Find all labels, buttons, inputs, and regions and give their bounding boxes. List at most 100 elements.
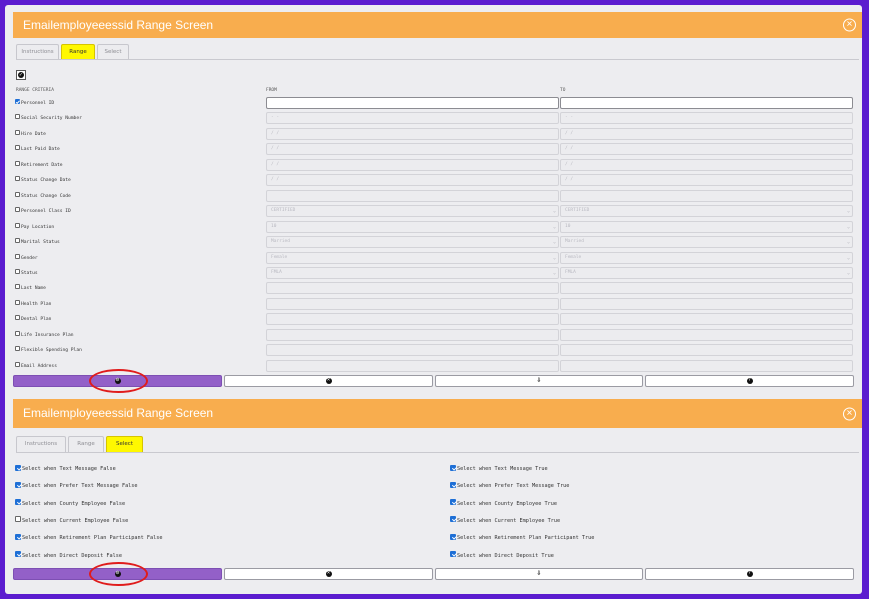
from-select[interactable]: 10 ⌄	[266, 220, 559, 233]
to-select[interactable]: CERTIFIED ⌄	[560, 205, 853, 218]
from-input[interactable]: - -	[266, 112, 559, 125]
option-checkbox[interactable]	[450, 464, 456, 471]
row-checkbox[interactable]	[15, 361, 20, 367]
tab-instructions[interactable]: Instructions	[16, 436, 66, 452]
from-select[interactable]: Married ⌄	[266, 236, 559, 249]
row-checkbox[interactable]	[15, 330, 20, 336]
row-checkbox[interactable]	[15, 176, 20, 182]
option-checkbox[interactable]	[15, 533, 21, 540]
from-input[interactable]: / /	[266, 158, 559, 171]
export-button[interactable]: ⇩	[435, 568, 643, 580]
to-input[interactable]	[560, 297, 853, 310]
to-input[interactable]	[560, 328, 853, 341]
select-option[interactable]: Select when Retirement Plan Participant …	[450, 530, 594, 547]
to-input[interactable]: / /	[560, 127, 853, 140]
from-input[interactable]	[266, 97, 559, 109]
select-option[interactable]: Select when Current Employee True	[450, 513, 560, 530]
to-select[interactable]: 10 ⌄	[560, 220, 853, 233]
from-input[interactable]	[266, 359, 559, 372]
row-checkbox[interactable]	[15, 191, 20, 197]
help-button[interactable]: ?	[645, 568, 854, 580]
option-checkbox[interactable]	[15, 464, 21, 471]
row-checkbox[interactable]	[15, 253, 20, 259]
option-checkbox[interactable]	[450, 551, 456, 557]
row-checkbox[interactable]	[15, 284, 20, 290]
select-option[interactable]: Select when County Employee False	[15, 496, 125, 513]
range-row: Last Name	[13, 281, 862, 296]
from-select[interactable]: CERTIFIED ⌄	[266, 205, 559, 218]
range-row-label: Email Address	[15, 359, 57, 374]
close-icon[interactable]: ✕	[843, 18, 856, 32]
tab-range[interactable]: Range	[61, 44, 95, 59]
row-checkbox[interactable]	[15, 299, 20, 305]
to-input[interactable]	[560, 189, 853, 202]
select-option[interactable]: Select when County Employee True	[450, 496, 557, 513]
from-input[interactable]: / /	[266, 127, 559, 140]
row-checkbox[interactable]	[15, 207, 20, 213]
tab-range[interactable]: Range	[68, 436, 104, 452]
to-input[interactable]: / /	[560, 143, 853, 156]
option-checkbox[interactable]	[450, 533, 456, 540]
from-input[interactable]	[266, 344, 559, 357]
to-input[interactable]	[560, 359, 853, 372]
help-icon: ?	[746, 571, 753, 577]
to-select[interactable]: Married ⌄	[560, 236, 853, 249]
to-input[interactable]: / /	[560, 174, 853, 187]
row-label-text: Status Change Date	[21, 178, 71, 184]
from-select[interactable]: Female ⌄	[266, 251, 559, 264]
from-input[interactable]	[266, 313, 559, 326]
to-input[interactable]	[560, 344, 853, 357]
to-input[interactable]: / /	[560, 158, 853, 171]
select-option[interactable]: Select when Prefer Text Message True	[450, 478, 569, 495]
row-label-text: Social Security Number	[21, 116, 82, 122]
row-checkbox[interactable]	[15, 222, 20, 228]
option-checkbox[interactable]	[15, 551, 21, 557]
from-input[interactable]	[266, 189, 559, 202]
from-input[interactable]	[266, 282, 559, 295]
option-checkbox[interactable]	[15, 516, 21, 523]
to-input[interactable]	[560, 313, 853, 326]
from-input[interactable]: / /	[266, 143, 559, 156]
row-checkbox[interactable]	[15, 346, 20, 352]
option-checkbox[interactable]	[15, 481, 21, 488]
to-select[interactable]: Female ⌄	[560, 251, 853, 264]
from-input[interactable]	[266, 328, 559, 341]
select-option[interactable]: Select when Current Employee False	[15, 513, 128, 530]
select-option[interactable]: Select when Retirement Plan Participant …	[15, 530, 163, 547]
row-checkbox[interactable]	[15, 315, 20, 321]
row-checkbox[interactable]	[15, 114, 20, 120]
row-checkbox[interactable]	[15, 238, 20, 244]
select-option[interactable]: Select when Direct Deposit True	[450, 548, 554, 565]
cancel-button[interactable]: ✕	[224, 375, 433, 387]
option-checkbox[interactable]	[15, 499, 21, 506]
option-checkbox[interactable]	[450, 516, 456, 523]
row-checkbox[interactable]	[15, 129, 20, 135]
select-option[interactable]: Select when Text Message False	[15, 461, 116, 478]
select-option[interactable]: Select when Direct Deposit False	[15, 548, 122, 565]
tab-instructions[interactable]: Instructions	[16, 44, 59, 59]
close-icon[interactable]: ✕	[843, 407, 856, 420]
row-checkbox[interactable]	[15, 268, 20, 274]
tab-select[interactable]: Select	[97, 44, 129, 59]
option-checkbox[interactable]	[450, 499, 456, 506]
export-button[interactable]: ⇩	[435, 375, 643, 387]
row-label-text: Email Address	[21, 363, 57, 369]
select-option[interactable]: Select when Text Message True	[450, 461, 548, 478]
to-select[interactable]: FMLA ⌄	[560, 266, 853, 279]
select-option[interactable]: Select when Prefer Text Message False	[15, 478, 138, 495]
to-input[interactable]	[560, 282, 853, 295]
row-checkbox[interactable]	[15, 160, 20, 166]
select-all-checkbox[interactable]: ✓	[16, 70, 26, 80]
cancel-button[interactable]: ✕	[224, 568, 433, 580]
to-input[interactable]: - -	[560, 112, 853, 125]
from-input[interactable]: / /	[266, 174, 559, 187]
check-circle-icon: ✓	[18, 72, 24, 78]
option-checkbox[interactable]	[450, 481, 456, 488]
to-input[interactable]	[560, 97, 853, 109]
from-select[interactable]: FMLA ⌄	[266, 266, 559, 279]
tab-select[interactable]: Select	[106, 436, 143, 452]
from-input[interactable]	[266, 297, 559, 310]
help-button[interactable]: ?	[645, 375, 854, 387]
row-checkbox[interactable]	[15, 99, 20, 104]
row-checkbox[interactable]	[15, 145, 20, 151]
